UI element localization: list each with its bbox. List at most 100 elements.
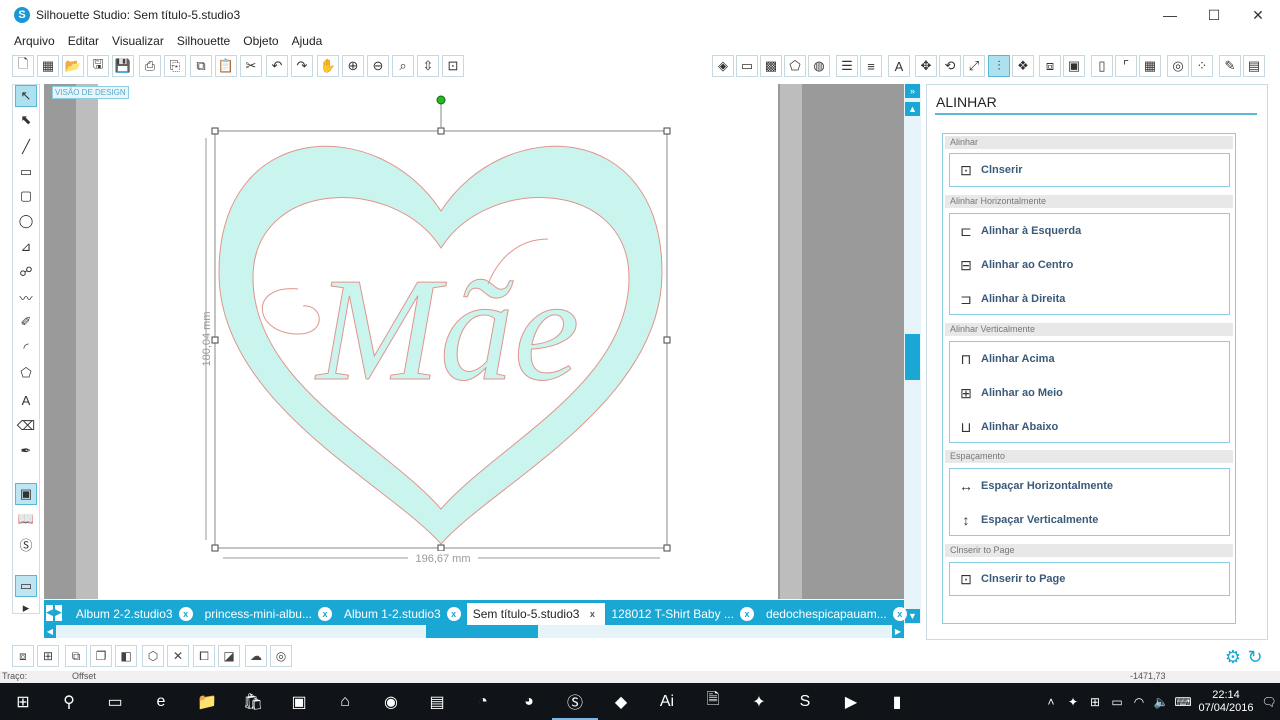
align-right-option[interactable]: ⊐ Alinhar à Direita [955, 287, 1065, 311]
curve-tool-icon[interactable]: ☍ [15, 261, 37, 283]
tab-close-icon[interactable]: x [585, 607, 599, 621]
design-artwork[interactable]: Mãe 180,04 mm 196,67 mm [98, 84, 778, 599]
tab-dedoches[interactable]: dedochespicapauam... x [760, 603, 913, 625]
resize-handle[interactable] [437, 544, 445, 552]
paste-icon[interactable]: 📋 [215, 55, 237, 77]
resize-handle[interactable] [211, 544, 219, 552]
rotate-icon[interactable]: ⟲ [939, 55, 961, 77]
gradient-icon[interactable]: ▩ [760, 55, 782, 77]
align-top-option[interactable]: ⊓ Alinhar Acima [955, 347, 1055, 371]
design-text[interactable]: Mãe [314, 248, 580, 413]
align-left-option[interactable]: ⊏ Alinhar à Esquerda [955, 219, 1081, 243]
target-icon[interactable]: ◎ [270, 645, 292, 667]
center-option[interactable]: ⊡ Clnserir [955, 158, 1022, 182]
tab-sem-titulo-5[interactable]: Sem título-5.studio3 x [466, 603, 606, 625]
horizontal-scrollbar[interactable]: ◀ ▶ [44, 625, 904, 638]
vertical-scroll-thumb[interactable] [905, 334, 920, 380]
open-library-icon[interactable]: ▦ [37, 55, 59, 77]
print-cut-icon[interactable]: ⎘ [164, 55, 186, 77]
align-center-option[interactable]: ⊟ Alinhar ao Centro [955, 253, 1073, 277]
replicate-icon[interactable]: ❖ [1012, 55, 1034, 77]
pixscan-icon[interactable]: ⁘ [1191, 55, 1213, 77]
space-vertical-option[interactable]: ↕ Espaçar Verticalmente [955, 508, 1099, 532]
polygon-tool-icon[interactable]: ⊿ [15, 236, 37, 258]
menu-silhouette[interactable]: Silhouette [177, 34, 230, 48]
align-middle-option[interactable]: ⊞ Alinhar ao Meio [955, 381, 1063, 405]
clock[interactable]: 22:14 07/04/2016 [1194, 689, 1258, 715]
grid-icon[interactable]: ▦ [1139, 55, 1161, 77]
print-icon[interactable]: ⎙ [139, 55, 161, 77]
play-icon[interactable]: ▸ [15, 597, 37, 619]
file-explorer-icon[interactable]: 📁 [184, 683, 230, 720]
weld-icon[interactable]: ⬡ [142, 645, 164, 667]
design-view-icon[interactable]: ▣ [15, 483, 37, 505]
spotify-icon[interactable]: ◉ [368, 683, 414, 720]
design-canvas[interactable]: Mãe 180,04 mm 196,67 mm VISÃO DE DESIGN [44, 84, 904, 599]
menu-editar[interactable]: Editar [68, 34, 99, 48]
resize-handle[interactable] [663, 544, 671, 552]
save-library-icon[interactable]: 💾 [112, 55, 134, 77]
expand-panel-icon[interactable]: » [905, 84, 920, 98]
zoom-out-icon[interactable]: ⊖ [367, 55, 389, 77]
fill-pattern-icon[interactable]: ⬠ [784, 55, 806, 77]
minimize-button[interactable]: — [1148, 0, 1192, 30]
scroll-left-arrow-icon[interactable]: ◀ [44, 625, 56, 638]
dropbox-tray-icon[interactable]: ✦ [1062, 695, 1084, 709]
settings-gear-icon[interactable]: ⚙ [1222, 646, 1244, 668]
inkscape-icon[interactable]: ◆ [598, 683, 644, 720]
tab-close-icon[interactable]: x [446, 607, 461, 621]
scale-icon[interactable]: ⤢ [963, 55, 985, 77]
menu-objeto[interactable]: Objeto [243, 34, 278, 48]
network-tray-icon[interactable]: ⊞ [1084, 695, 1106, 709]
new-file-icon[interactable]: 🗋 [12, 55, 34, 77]
modify-icon[interactable]: ⧈ [1039, 55, 1061, 77]
arc-tool-icon[interactable]: ◜ [15, 337, 37, 359]
zoom-select-icon[interactable]: ⌕ [392, 55, 414, 77]
task-view-icon[interactable]: ▭ [92, 683, 138, 720]
send-to-silhouette-icon[interactable]: ▤ [1243, 55, 1265, 77]
tab-close-icon[interactable]: x [892, 607, 907, 621]
regular-polygon-icon[interactable]: ⬠ [15, 362, 37, 384]
show-hidden-icons-icon[interactable]: ˄ [1040, 695, 1062, 709]
battery-icon[interactable]: ▭ [1106, 695, 1128, 709]
text-tool-icon[interactable]: A [15, 389, 37, 411]
store-icon[interactable]: Ⓢ [15, 533, 37, 555]
horizontal-scroll-thumb[interactable] [426, 625, 538, 638]
line-style-icon[interactable]: ☰ [836, 55, 858, 77]
resize-handle[interactable] [437, 127, 445, 135]
knife-tool-icon[interactable]: ✒ [15, 440, 37, 462]
refresh-icon[interactable]: ↻ [1244, 646, 1266, 668]
tab-close-icon[interactable]: x [739, 607, 754, 621]
release-compound-icon[interactable]: ❐ [90, 645, 112, 667]
store-app-icon[interactable]: 🛍 [230, 683, 276, 720]
tab-princess-mini[interactable]: princess-mini-albu... x [199, 603, 338, 625]
select-arrow-icon[interactable]: ↖ [15, 85, 37, 107]
volume-icon[interactable]: 🔈 [1150, 695, 1172, 709]
document-icon[interactable]: 🗎 [690, 683, 736, 720]
tab-close-icon[interactable]: x [317, 607, 332, 621]
panel-toggle-icon[interactable]: ▭ [15, 575, 37, 597]
notifications-icon[interactable]: 🗨 [1258, 695, 1280, 709]
menu-visualizar[interactable]: Visualizar [112, 34, 164, 48]
keyboard-icon[interactable]: ⌨ [1172, 695, 1194, 709]
maximize-button[interactable]: ☐ [1192, 0, 1236, 30]
text-style-icon[interactable]: A [888, 55, 910, 77]
firefox-icon[interactable]: ◔ [460, 683, 506, 720]
fit-page-icon[interactable]: ⊡ [442, 55, 464, 77]
tab-prev-icon[interactable]: ◀ [46, 604, 53, 621]
tab-album-1-2[interactable]: Album 1-2.studio3 x [338, 603, 467, 625]
notes-app-icon[interactable]: ▤ [414, 683, 460, 720]
dropbox-icon[interactable]: ✦ [736, 683, 782, 720]
rounded-rectangle-icon[interactable]: ▢ [15, 185, 37, 207]
sticky-notes-icon[interactable]: ▮ [874, 683, 920, 720]
media-player-icon[interactable]: ▶ [828, 683, 874, 720]
tab-next-icon[interactable]: ▶ [54, 604, 62, 621]
zoom-in-icon[interactable]: ⊕ [342, 55, 364, 77]
page-setup-icon[interactable]: ▯ [1091, 55, 1113, 77]
vertical-scrollbar[interactable]: » ▲ ▼ [904, 84, 921, 624]
align-panel-icon[interactable]: ⫶ [988, 55, 1010, 77]
group-icon[interactable]: ⧈ [12, 645, 34, 667]
ungroup-icon[interactable]: ⊞ [37, 645, 59, 667]
menu-ajuda[interactable]: Ajuda [292, 34, 323, 48]
fill-color-icon[interactable]: ◈ [712, 55, 734, 77]
